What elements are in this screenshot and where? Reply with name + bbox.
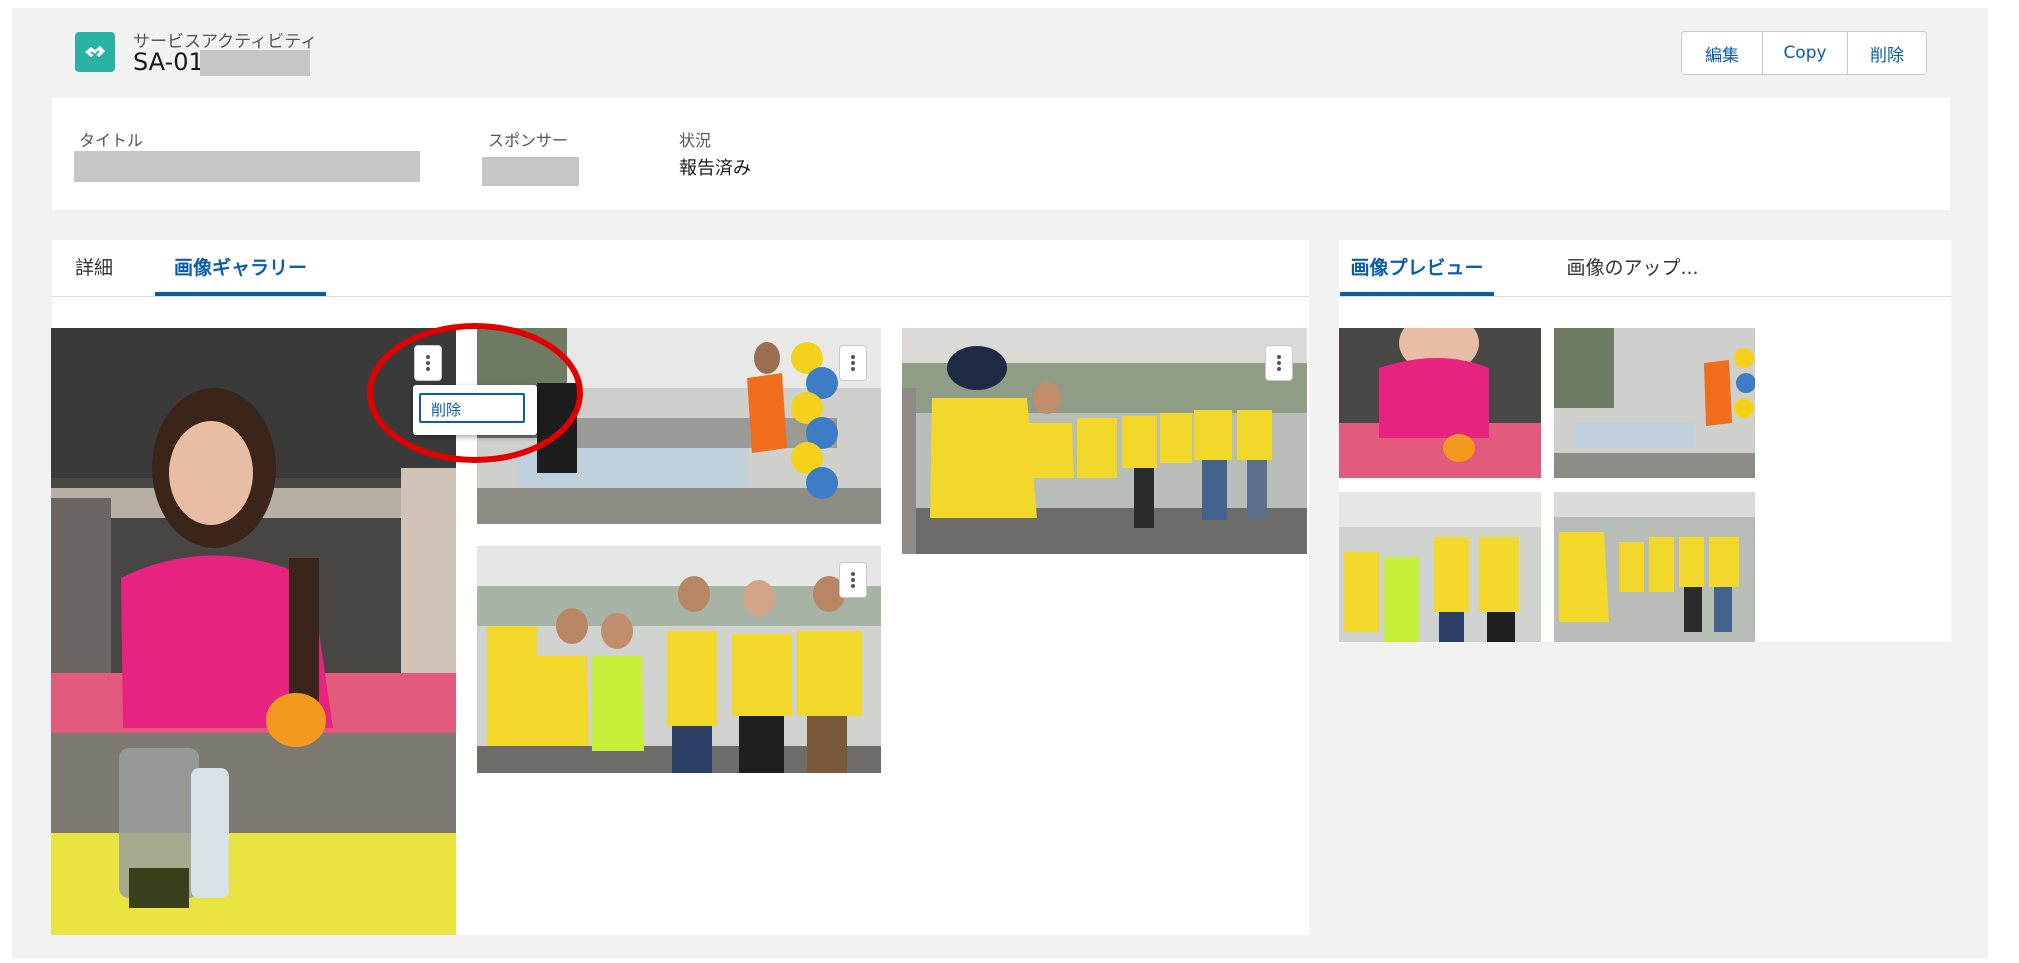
highlights-panel: タイトル スポンサー 状況 報告済み	[52, 98, 1950, 210]
copy-button[interactable]: Copy	[1762, 32, 1847, 74]
gallery-photo-tent-balloons[interactable]	[477, 328, 881, 524]
title-field-label: タイトル	[79, 131, 144, 150]
status-field-label: 状況	[679, 131, 712, 150]
gallery-photo-group[interactable]	[477, 546, 881, 773]
kebab-menu-icon	[1277, 355, 1281, 371]
preview-thumbnail-1[interactable]	[1339, 328, 1541, 478]
preview-thumbnail-4[interactable]	[1554, 492, 1755, 642]
tab-divider	[1339, 296, 1951, 297]
tab-image-gallery[interactable]: 画像ギャラリー	[155, 240, 326, 296]
kebab-menu-icon	[851, 572, 855, 588]
tab-divider	[52, 296, 1309, 297]
preview-thumbnail-2[interactable]	[1554, 328, 1755, 478]
photo-3-menu-button[interactable]	[1265, 345, 1293, 381]
delete-button[interactable]: 削除	[1847, 32, 1926, 74]
tab-details[interactable]: 詳細	[64, 240, 124, 296]
tab-image-preview[interactable]: 画像プレビュー	[1340, 240, 1494, 296]
photo-2-menu-button[interactable]	[839, 345, 867, 381]
preview-thumbnail-3[interactable]	[1339, 492, 1541, 642]
photo-4-menu-button[interactable]	[839, 562, 867, 598]
redacted-title-value	[74, 151, 420, 182]
service-activity-icon	[75, 32, 115, 72]
photo-menu-dropdown: 削除	[413, 385, 537, 435]
record-action-buttons: 編集 Copy 削除	[1681, 31, 1927, 75]
photo-delete-menu-item[interactable]: 削除	[419, 393, 525, 423]
gallery-photo-girl-lemonade-stand[interactable]	[51, 328, 456, 935]
kebab-menu-icon	[426, 355, 430, 371]
redacted-record-number	[200, 50, 310, 76]
gallery-photo-volunteers-row[interactable]	[902, 328, 1307, 554]
sponsor-field-label: スポンサー	[488, 131, 569, 150]
record-name: SA-01	[133, 48, 204, 76]
photo-1-menu-button[interactable]	[414, 345, 442, 381]
edit-button[interactable]: 編集	[1682, 32, 1762, 74]
redacted-sponsor-value	[482, 157, 579, 186]
status-field-value: 報告済み	[679, 158, 751, 179]
tab-image-upload[interactable]: 画像のアップ...	[1550, 240, 1715, 296]
kebab-menu-icon	[851, 355, 855, 371]
